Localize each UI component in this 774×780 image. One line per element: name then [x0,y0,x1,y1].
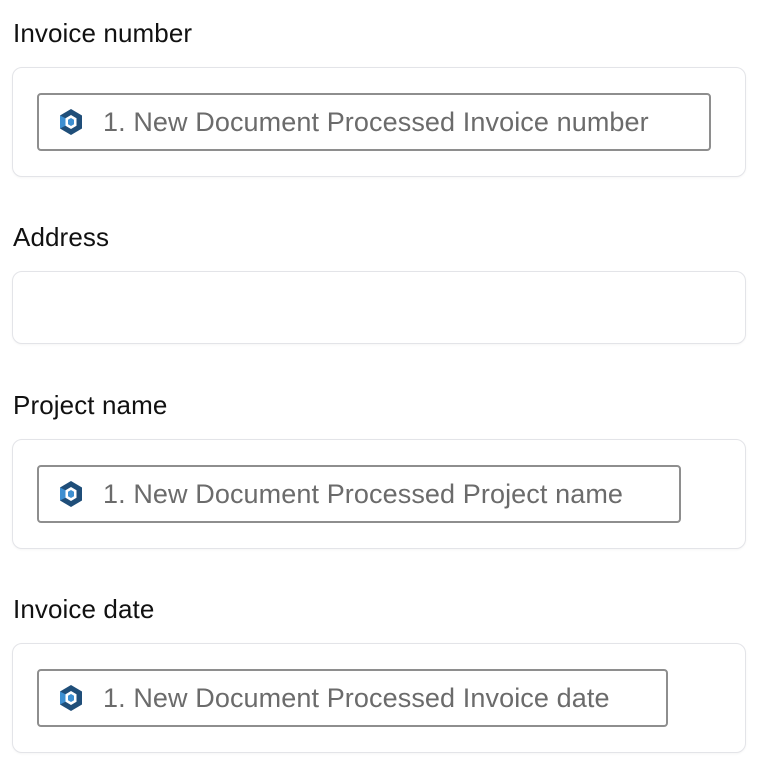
invoice-date-token[interactable]: 1. New Document Processed Invoice date [37,669,668,727]
invoice-number-token-text: 1. New Document Processed Invoice number [103,106,649,137]
address-label: Address [13,222,110,252]
app-logo-icon [60,481,82,507]
invoice-date-field[interactable]: 1. New Document Processed Invoice date [12,643,746,753]
app-logo-icon [60,109,82,135]
app-logo-icon [60,685,82,711]
invoice-number-field[interactable]: 1. New Document Processed Invoice number [12,67,746,177]
invoice-number-label: Invoice number [13,18,193,48]
project-name-field[interactable]: 1. New Document Processed Project name [12,439,746,549]
project-name-token[interactable]: 1. New Document Processed Project name [37,465,681,523]
invoice-number-token[interactable]: 1. New Document Processed Invoice number [37,93,711,151]
invoice-date-label: Invoice date [13,594,155,624]
address-field[interactable] [12,271,746,344]
invoice-date-token-text: 1. New Document Processed Invoice date [103,682,610,713]
project-name-token-text: 1. New Document Processed Project name [103,478,624,509]
project-name-label: Project name [13,390,168,420]
